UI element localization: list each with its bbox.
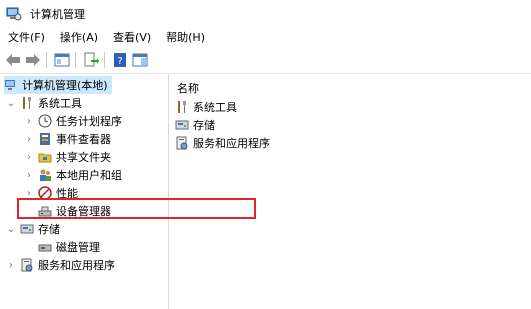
event-viewer-icon xyxy=(40,133,50,145)
help-icon: ? xyxy=(114,53,126,67)
tools-icon xyxy=(23,97,31,109)
forward-button[interactable] xyxy=(24,51,42,69)
services-icon xyxy=(176,136,188,150)
tree-label-storage: 存储 xyxy=(38,223,60,236)
window-title: 计算机管理 xyxy=(30,7,85,21)
computer-management-icon xyxy=(6,7,22,20)
help-button[interactable]: ? xyxy=(111,51,129,69)
tools-icon xyxy=(178,101,186,113)
tree-label-event-viewer: 事件查看器 xyxy=(56,133,111,146)
tree-item-task-scheduler[interactable]: › 任务计划程序 xyxy=(24,112,122,130)
list-item-system-tools[interactable]: 系统工具 xyxy=(175,98,237,116)
menu-help[interactable]: 帮助(H) xyxy=(158,29,212,45)
tree-label-task-scheduler: 任务计划程序 xyxy=(56,115,122,128)
tree-item-storage[interactable]: ⌄ 存储 xyxy=(6,220,60,238)
title-bar: 计算机管理 xyxy=(0,0,531,27)
toolbar-separator xyxy=(75,52,76,68)
clock-icon xyxy=(38,114,52,128)
tree-item-system-tools[interactable]: ⌄ 系统工具 xyxy=(6,94,82,112)
show-hide-tree-button[interactable] xyxy=(53,51,71,69)
users-icon xyxy=(40,169,51,181)
arrow-left-icon xyxy=(6,54,20,66)
tree-label-local-users: 本地用户和组 xyxy=(56,169,122,182)
list-item-storage[interactable]: 存储 xyxy=(175,116,215,134)
tree-label-system-tools: 系统工具 xyxy=(38,97,82,110)
tree-item-event-viewer[interactable]: › 事件查看器 xyxy=(24,130,111,148)
back-button[interactable] xyxy=(4,51,22,69)
menu-action[interactable]: 操作(A) xyxy=(52,29,105,45)
menu-file[interactable]: 文件(F) xyxy=(0,29,52,45)
storage-icon xyxy=(175,120,189,130)
chevron-right-icon[interactable]: › xyxy=(24,152,34,163)
chevron-down-icon[interactable]: ⌄ xyxy=(6,98,16,109)
svg-text:?: ? xyxy=(117,56,122,67)
tree-item-services-apps[interactable]: › 服务和应用程序 xyxy=(6,256,115,274)
tree-item-shared-folders[interactable]: › 共享文件夹 xyxy=(24,148,111,166)
tree-label-services-apps: 服务和应用程序 xyxy=(38,259,115,272)
console-tree: 计算机管理(本地) ⌄ 系统工具 › 任务计划程序 › 事件查看器 › 共享文件… xyxy=(0,74,169,309)
action-pane-button[interactable] xyxy=(131,51,149,69)
disk-management-icon xyxy=(38,244,52,252)
chevron-right-icon[interactable]: › xyxy=(24,134,34,145)
console-tree-icon xyxy=(54,53,70,67)
toolbar-separator xyxy=(46,52,47,68)
list-label-storage: 存储 xyxy=(193,119,215,132)
export-icon xyxy=(84,52,99,67)
storage-icon xyxy=(20,224,34,234)
list-item-services-apps[interactable]: 服务和应用程序 xyxy=(175,134,270,152)
chevron-right-icon[interactable]: › xyxy=(24,170,34,181)
details-pane: 名称 系统工具 存储 服务和应用程序 xyxy=(169,74,531,309)
chevron-right-icon[interactable]: › xyxy=(6,260,16,271)
chevron-right-icon[interactable]: › xyxy=(24,188,34,199)
chevron-right-icon[interactable]: › xyxy=(24,116,34,127)
tree-item-local-users[interactable]: › 本地用户和组 xyxy=(24,166,122,184)
arrow-right-icon xyxy=(26,54,40,66)
shared-folder-icon xyxy=(38,153,52,163)
computer-management-icon xyxy=(5,80,15,90)
toolbar-separator xyxy=(104,52,105,68)
action-pane-icon xyxy=(132,53,148,67)
menu-bar: 文件(F) 操作(A) 查看(V) 帮助(H) xyxy=(0,28,531,46)
tree-label-root: 计算机管理(本地) xyxy=(22,79,108,92)
menu-view[interactable]: 查看(V) xyxy=(105,29,158,45)
tree-label-shared-folders: 共享文件夹 xyxy=(56,151,111,164)
tree-item-root[interactable]: 计算机管理(本地) xyxy=(4,76,112,94)
services-icon xyxy=(21,258,33,272)
export-list-button[interactable] xyxy=(82,51,100,69)
tree-label-disk-management: 磁盘管理 xyxy=(56,241,100,254)
list-label-services-apps: 服务和应用程序 xyxy=(193,137,270,150)
toolbar: ? xyxy=(0,48,531,72)
tree-item-disk-management[interactable]: 磁盘管理 xyxy=(38,238,100,256)
list-label-system-tools: 系统工具 xyxy=(193,101,237,114)
column-header-name[interactable]: 名称 xyxy=(177,80,199,96)
chevron-down-icon[interactable]: ⌄ xyxy=(6,224,16,235)
